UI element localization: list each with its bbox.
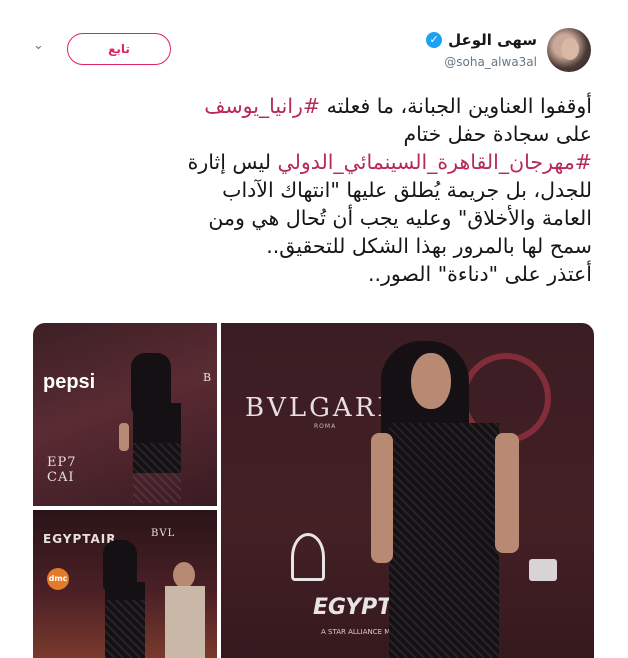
side-letter: B (203, 371, 213, 384)
figure-arm-right (495, 433, 519, 553)
avatar-face (561, 38, 579, 60)
second-figure-dress (165, 586, 205, 658)
display-name[interactable]: سهى الوعل (448, 31, 537, 49)
tweet-line-4: للجدل، بل جريمة يُطلق عليها "انتهاك الآد… (222, 178, 592, 202)
tweet-text: أوقفوا العناوين الجبانة، ما فعلته #رانيا… (30, 92, 592, 288)
clutch-bag (529, 559, 557, 581)
figure-sparkle (389, 423, 499, 658)
verified-badge-icon: ✓ (426, 32, 443, 48)
tweet-line-1: أوقفوا العناوين الجبانة، ما فعلته #رانيا… (30, 92, 592, 120)
pepsi-logo-text: pepsi (43, 371, 96, 393)
side-brand-text: BVL (151, 528, 176, 539)
tweet-line-7: أعتذر على "دناءة" الصور.. (368, 262, 592, 286)
bvlgari-sub: ROMA (314, 423, 337, 430)
tweet-line-6: سمح لها بالمرور بهذا الشكل للتحقيق.. (266, 234, 592, 258)
figure-face (411, 353, 451, 409)
media-grid: pepsi EP7 CAI B EGYPTAIR dmc BVL BVLGARI… (33, 323, 594, 658)
hashtag-link[interactable]: #مهرجان_القاهرة_السينمائي_الدولي (278, 150, 593, 174)
tweet-line-5: العامة والأخلاق" وعليه يجب أن تُحال هي و… (208, 206, 592, 230)
tweet-text-segment: أوقفوا العناوين الجبانة، ما فعلته (320, 94, 592, 118)
user-name-row[interactable]: سهى الوعل ✓ (426, 31, 537, 49)
user-handle[interactable]: @soha_alwa3al (444, 55, 537, 69)
tweet-line-2: على سجادة حفل ختام (403, 122, 592, 146)
event-badge-line-1: EP7 (47, 455, 77, 470)
media-photo-2[interactable]: EGYPTAIR dmc BVL (33, 510, 217, 658)
figure-sparkle (133, 443, 181, 503)
avatar[interactable] (547, 28, 591, 72)
figure-arm-left (371, 433, 393, 563)
tweet-line-3: #مهرجان_القاهرة_السينمائي_الدولي ليس إثا… (30, 148, 592, 176)
follow-button[interactable]: تابع (67, 33, 171, 65)
second-figure-face (173, 562, 195, 588)
media-photo-1[interactable]: pepsi EP7 CAI B (33, 323, 217, 506)
figure-arm (119, 423, 129, 451)
event-badge-line-2: CAI (47, 470, 75, 485)
hashtag-link[interactable]: #رانيا_يوسف (204, 94, 320, 118)
chevron-down-icon[interactable]: ⌄ (33, 39, 45, 52)
figure-sparkle (105, 600, 145, 658)
pepsi-logo: pepsi (43, 371, 95, 394)
event-badge: EP7 CAI (47, 455, 77, 485)
bvlgari-logo: BVLGARI (245, 393, 391, 423)
dmc-logo: dmc (47, 568, 69, 590)
tweet-text-segment: ليس إثارة (187, 150, 278, 174)
media-photo-3[interactable]: BVLGARI ROMA EGYPTAIR A STAR ALLIANCE ME… (221, 323, 594, 658)
egyptair-emblem (291, 533, 325, 581)
